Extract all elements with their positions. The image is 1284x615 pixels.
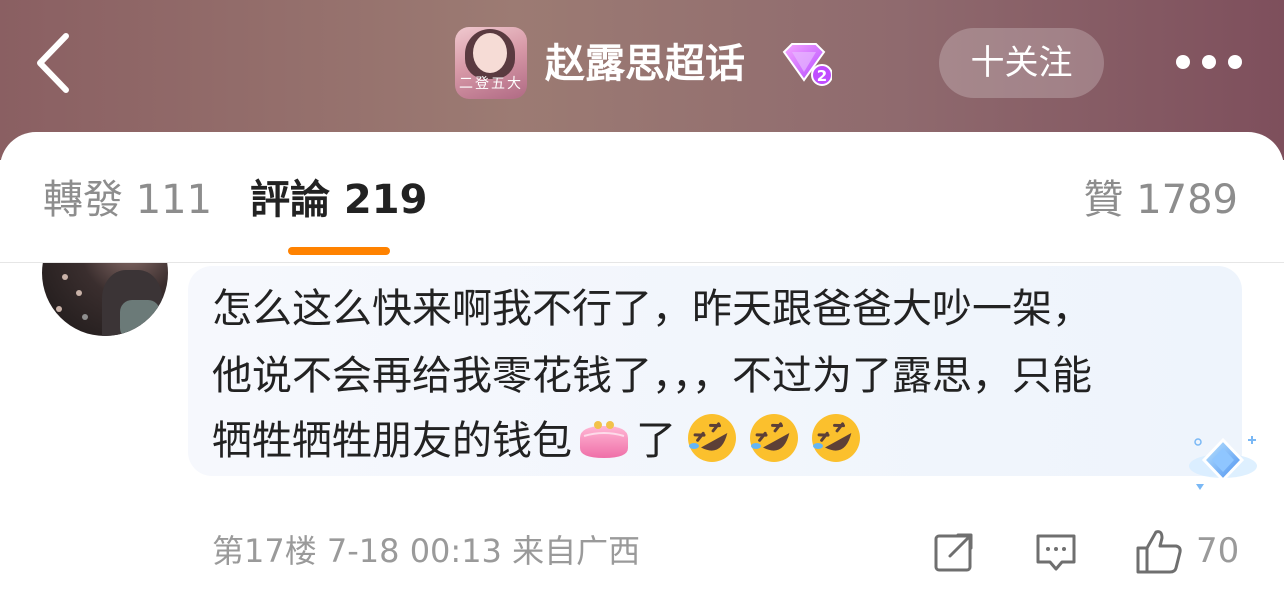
comment-text-line-3: 牺牲牺牲朋友的钱包 了	[212, 411, 862, 471]
thumbs-up-icon[interactable]	[1134, 526, 1184, 576]
comment-reply-icon[interactable]	[1034, 530, 1078, 574]
comment-text-line-2: 他说不会再给我零花钱了，，，不过为了露思，只能	[212, 353, 1092, 399]
avatar-face	[473, 33, 507, 73]
like-count: 70	[1196, 531, 1240, 571]
more-options-icon[interactable]	[1170, 46, 1250, 80]
active-tab-indicator	[288, 247, 390, 255]
topic-avatar[interactable]: 二登五大	[455, 27, 527, 99]
topic-title[interactable]: 赵露思超话	[545, 36, 745, 92]
rolling-on-floor-laughing-emoji-icon	[750, 414, 798, 462]
diamond-level-badge-icon: 2	[782, 43, 832, 86]
purse-emoji-icon	[580, 421, 628, 458]
tab-reposts[interactable]: 轉發 111	[43, 172, 212, 228]
back-arrow-icon[interactable]	[28, 30, 78, 96]
tab-comments[interactable]: 評論 219	[250, 172, 427, 228]
comment-meta: 第17楼 7-18 00:13 来自广西	[212, 532, 641, 570]
follow-button[interactable]: 十关注	[939, 28, 1104, 98]
diamond-fan-badge-icon	[1189, 436, 1257, 490]
comment-text-line-1: 怎么这么快来啊我不行了，昨天跟爸爸大吵一架，	[212, 286, 1092, 332]
comment-text-line-3-start: 牺牲牺牲朋友的钱包	[212, 418, 572, 464]
share-icon[interactable]	[932, 530, 976, 574]
rolling-on-floor-laughing-emoji-icon	[688, 414, 736, 462]
topic-avatar-caption: 二登五大	[459, 76, 523, 92]
tab-divider	[0, 262, 1284, 263]
rolling-on-floor-laughing-emoji-icon	[812, 414, 860, 462]
tab-likes[interactable]: 贊 1789	[1083, 172, 1238, 228]
comment-text-line-3-end: 了	[636, 418, 676, 464]
gem-level-text: 2	[817, 67, 827, 85]
